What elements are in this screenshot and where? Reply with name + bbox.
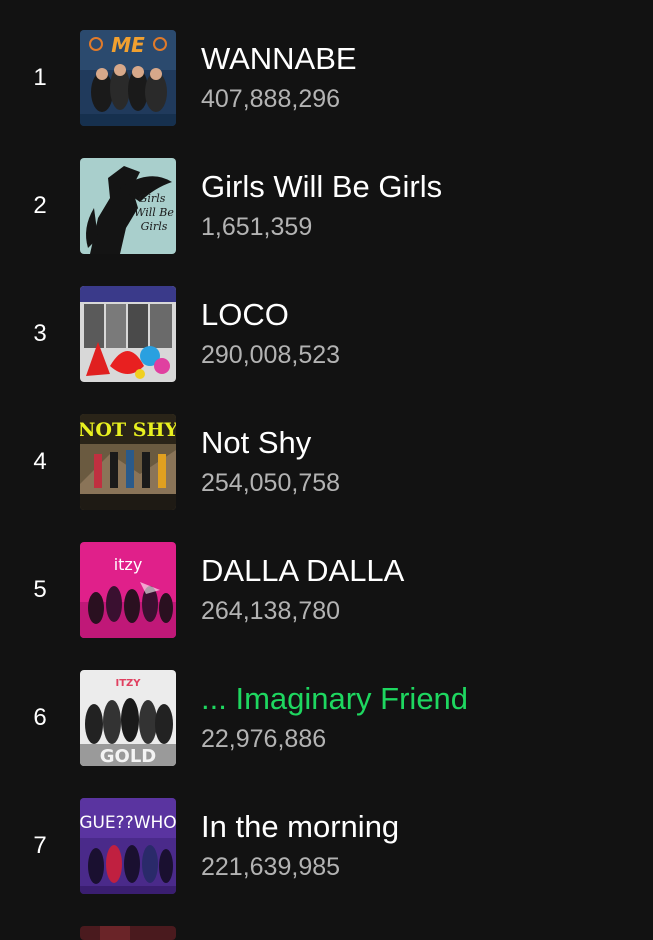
album-art[interactable] (80, 286, 176, 382)
track-row-partial[interactable] (0, 926, 653, 940)
svg-text:ME: ME (111, 33, 145, 57)
track-row[interactable]: 4 NOT SHY Not Shy 254,050,758 (0, 414, 653, 510)
svg-text:itzy: itzy (114, 555, 143, 574)
popular-tracks-list: 1 ME WANNABE 407,888,296 2 Girls Will Be… (0, 0, 653, 940)
track-row[interactable]: 1 ME WANNABE 407,888,296 (0, 30, 653, 126)
album-art[interactable]: ME (80, 30, 176, 126)
track-row[interactable]: 3 LOCO 290,008,523 (0, 286, 653, 382)
album-art[interactable]: ITZY GOLD (80, 670, 176, 766)
svg-text:Girls: Girls (141, 220, 168, 233)
album-art[interactable]: Girls Will Be Girls (80, 158, 176, 254)
track-rank: 5 (33, 576, 47, 603)
svg-text:Girls: Girls (139, 192, 166, 205)
play-count: 290,008,523 (201, 341, 341, 369)
track-row[interactable]: 2 Girls Will Be Girls Girls Will Be Girl… (0, 158, 653, 254)
track-row-now-playing[interactable]: 6 ITZY GOLD ... Imaginary Friend 22,976,… (0, 670, 653, 766)
svg-text:NOT SHY: NOT SHY (80, 419, 176, 441)
album-art[interactable]: GUE??WHO (80, 798, 176, 894)
track-title: LOCO (201, 297, 289, 332)
album-art[interactable]: itzy (80, 542, 176, 638)
track-title: In the morning (201, 809, 400, 844)
svg-text:GUE??WHO: GUE??WHO (80, 813, 176, 833)
track-rank: 6 (33, 704, 47, 731)
track-rank: 3 (33, 320, 47, 347)
track-title: WANNABE (201, 41, 357, 76)
track-row[interactable]: 5 itzy DALLA DALLA 264,138,780 (0, 542, 653, 638)
track-rank: 7 (33, 832, 47, 859)
svg-text:Will Be: Will Be (134, 206, 174, 219)
track-rank: 4 (33, 448, 47, 475)
play-count: 22,976,886 (201, 725, 327, 753)
track-title: DALLA DALLA (201, 553, 405, 588)
play-count: 254,050,758 (201, 469, 341, 497)
album-art[interactable]: NOT SHY (80, 414, 176, 510)
play-count: 264,138,780 (201, 597, 341, 625)
play-count: 1,651,359 (201, 213, 313, 241)
track-title: Girls Will Be Girls (201, 169, 443, 204)
play-count: 221,639,985 (201, 853, 341, 881)
svg-text:ITZY: ITZY (115, 678, 141, 689)
track-row[interactable]: 7 GUE??WHO In the morning 221,639,985 (0, 798, 653, 894)
svg-text:GOLD: GOLD (100, 746, 157, 766)
play-count: 407,888,296 (201, 85, 341, 113)
album-art[interactable] (80, 926, 176, 940)
track-title: ... Imaginary Friend (201, 681, 469, 716)
track-rank: 1 (33, 64, 47, 91)
track-title: Not Shy (201, 425, 312, 460)
track-rank: 2 (33, 192, 47, 219)
